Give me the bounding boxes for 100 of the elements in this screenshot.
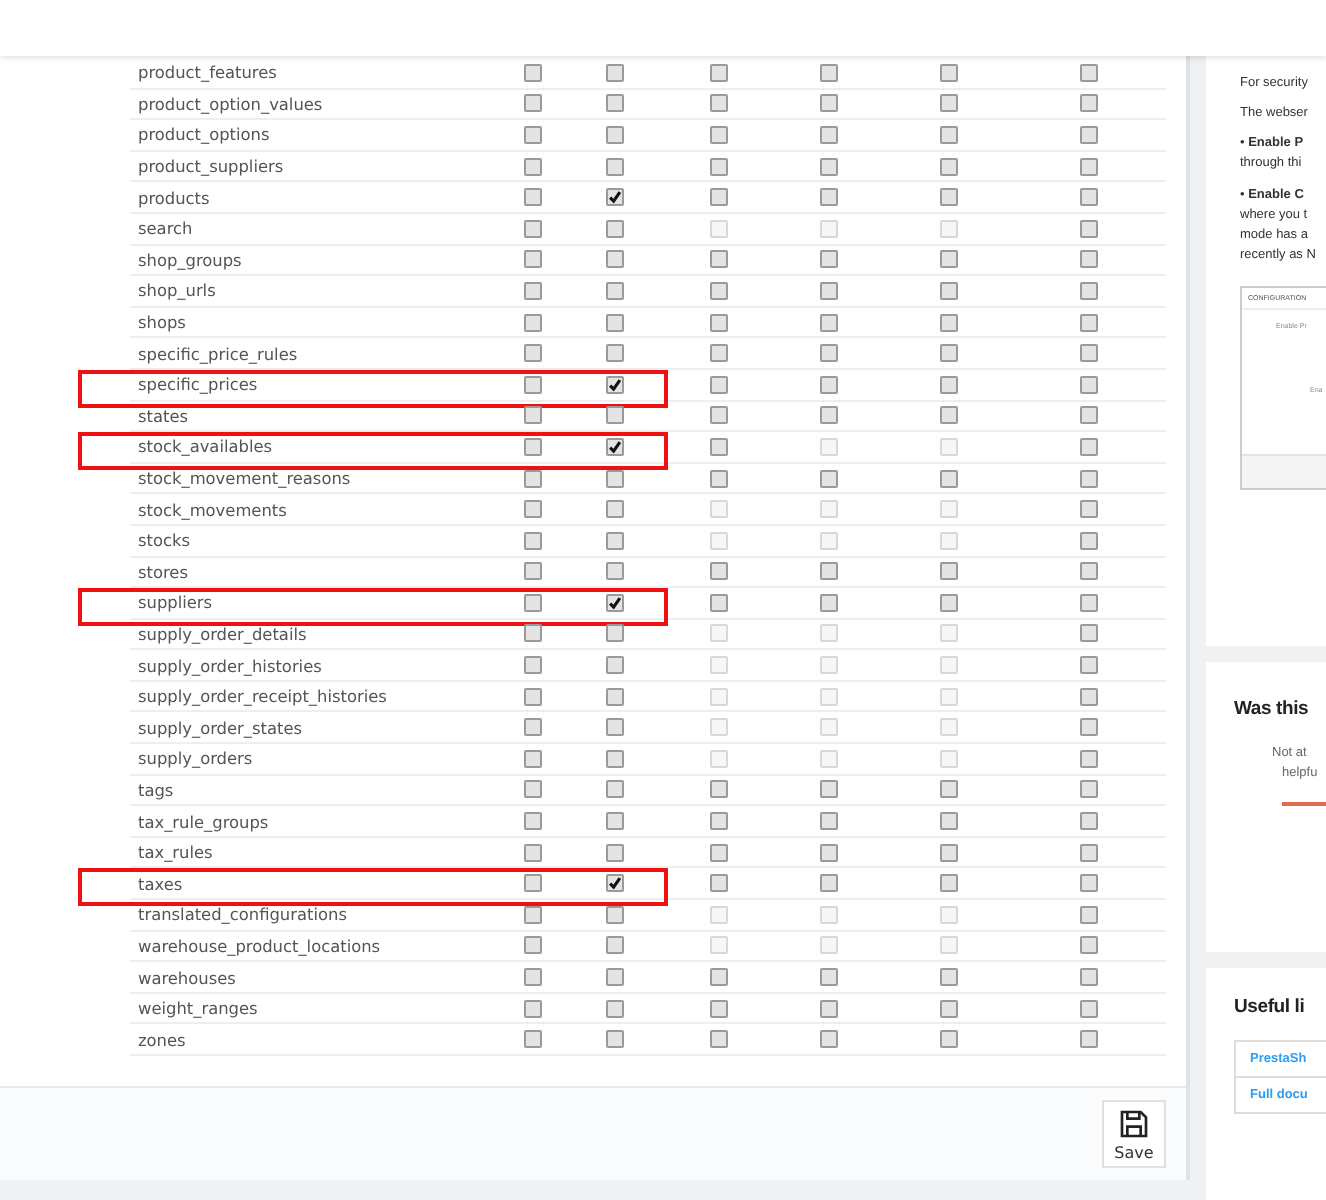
checkbox[interactable] [1079, 250, 1097, 269]
checkbox[interactable] [523, 1030, 541, 1049]
checkbox[interactable] [939, 1030, 957, 1049]
checkbox[interactable] [1079, 687, 1097, 706]
checkbox[interactable] [605, 531, 623, 550]
checkbox[interactable] [709, 188, 727, 207]
checkbox[interactable] [1079, 812, 1097, 831]
checkbox[interactable] [939, 812, 957, 831]
checkbox[interactable] [939, 562, 957, 581]
checkbox[interactable] [939, 313, 957, 332]
checkbox[interactable] [939, 344, 957, 363]
checkbox[interactable] [939, 63, 957, 82]
checkbox[interactable] [819, 562, 837, 581]
checkbox[interactable] [709, 94, 727, 113]
checkbox[interactable] [709, 968, 727, 987]
checkbox[interactable] [1079, 469, 1097, 488]
checkbox[interactable] [819, 344, 837, 363]
checkbox[interactable] [523, 718, 541, 737]
checkbox[interactable] [1079, 843, 1097, 862]
checkbox[interactable] [819, 188, 837, 207]
checkbox[interactable] [939, 188, 957, 207]
checkbox[interactable] [523, 437, 541, 456]
checkbox[interactable] [939, 968, 957, 987]
checkbox[interactable] [605, 188, 623, 207]
checkbox[interactable] [605, 1030, 623, 1049]
checkbox[interactable] [523, 157, 541, 176]
checkbox[interactable] [709, 1030, 727, 1049]
checkbox[interactable] [709, 999, 727, 1018]
checkbox[interactable] [1079, 905, 1097, 924]
checkbox[interactable] [939, 94, 957, 113]
checkbox[interactable] [709, 281, 727, 300]
checkbox[interactable] [605, 125, 623, 144]
checkbox[interactable] [819, 94, 837, 113]
checkbox[interactable] [523, 375, 541, 394]
checkbox[interactable] [605, 968, 623, 987]
checkbox[interactable] [1079, 936, 1097, 955]
checkbox[interactable] [523, 656, 541, 675]
checkbox[interactable] [605, 94, 623, 113]
checkbox[interactable] [819, 1030, 837, 1049]
checkbox[interactable] [523, 500, 541, 519]
checkbox[interactable] [523, 874, 541, 893]
checkbox[interactable] [709, 562, 727, 581]
checkbox[interactable] [819, 125, 837, 144]
checkbox[interactable] [1079, 94, 1097, 113]
checkbox[interactable] [819, 313, 837, 332]
checkbox[interactable] [939, 406, 957, 425]
checkbox[interactable] [1079, 531, 1097, 550]
checkbox[interactable] [939, 999, 957, 1018]
checkbox[interactable] [709, 812, 727, 831]
checkbox[interactable] [1079, 188, 1097, 207]
checkbox[interactable] [605, 874, 623, 893]
checkbox[interactable] [709, 843, 727, 862]
checkbox[interactable] [939, 250, 957, 269]
checkbox[interactable] [1079, 624, 1097, 643]
checkbox[interactable] [709, 125, 727, 144]
checkbox[interactable] [1079, 313, 1097, 332]
checkbox[interactable] [605, 656, 623, 675]
checkbox[interactable] [523, 999, 541, 1018]
checkbox[interactable] [1079, 749, 1097, 768]
checkbox[interactable] [939, 780, 957, 799]
checkbox[interactable] [1079, 63, 1097, 82]
checkbox[interactable] [1079, 562, 1097, 581]
checkbox[interactable] [605, 718, 623, 737]
checkbox[interactable] [709, 250, 727, 269]
checkbox[interactable] [605, 687, 623, 706]
save-button[interactable]: Save [1102, 1100, 1166, 1168]
checkbox[interactable] [819, 157, 837, 176]
checkbox[interactable] [709, 406, 727, 425]
checkbox[interactable] [1079, 718, 1097, 737]
checkbox[interactable] [819, 469, 837, 488]
checkbox[interactable] [523, 749, 541, 768]
checkbox[interactable] [605, 406, 623, 425]
checkbox[interactable] [605, 157, 623, 176]
checkbox[interactable] [709, 63, 727, 82]
checkbox[interactable] [605, 344, 623, 363]
checkbox[interactable] [605, 780, 623, 799]
checkbox[interactable] [1079, 375, 1097, 394]
checkbox[interactable] [523, 188, 541, 207]
checkbox[interactable] [939, 843, 957, 862]
checkbox[interactable] [1079, 281, 1097, 300]
checkbox[interactable] [605, 593, 623, 612]
checkbox[interactable] [939, 874, 957, 893]
checkbox[interactable] [523, 843, 541, 862]
checkbox[interactable] [819, 593, 837, 612]
checkbox[interactable] [523, 593, 541, 612]
checkbox[interactable] [523, 780, 541, 799]
checkbox[interactable] [523, 562, 541, 581]
checkbox[interactable] [605, 999, 623, 1018]
checkbox[interactable] [605, 250, 623, 269]
checkbox[interactable] [523, 313, 541, 332]
checkbox[interactable] [709, 437, 727, 456]
checkbox[interactable] [1079, 1030, 1097, 1049]
checkbox[interactable] [819, 999, 837, 1018]
checkbox[interactable] [819, 780, 837, 799]
checkbox[interactable] [819, 874, 837, 893]
checkbox[interactable] [709, 874, 727, 893]
checkbox[interactable] [939, 281, 957, 300]
checkbox[interactable] [523, 936, 541, 955]
checkbox[interactable] [605, 562, 623, 581]
checkbox[interactable] [605, 812, 623, 831]
